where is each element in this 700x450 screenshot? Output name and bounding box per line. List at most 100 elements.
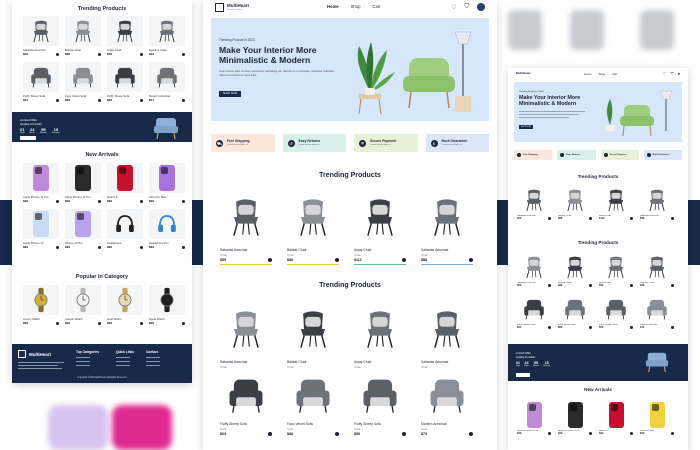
nav-link-cart[interactable]: Cart	[372, 4, 380, 9]
product-card[interactable]: Fluffy Sheep Sofa Sofa $63	[220, 370, 272, 436]
product-card[interactable]: Apple iPhone 11 Pro $99	[23, 163, 59, 203]
add-to-cart-icon[interactable]	[589, 326, 592, 329]
product-image[interactable]	[421, 188, 473, 246]
add-to-cart-icon[interactable]	[98, 98, 101, 102]
product-image[interactable]	[23, 16, 59, 46]
product-image[interactable]	[149, 16, 185, 46]
product-card[interactable]: Nyantuy Chair $49	[640, 252, 674, 287]
add-to-cart-icon[interactable]	[140, 321, 143, 325]
brand-logo[interactable]: MultiHeart Furniture Store	[215, 3, 249, 12]
product-card[interactable]: Redmi 8 $99	[599, 400, 633, 435]
product-image[interactable]	[65, 209, 101, 239]
product-image[interactable]	[149, 285, 185, 315]
product-card[interactable]: Ultra Pro Max $99	[149, 163, 185, 203]
add-to-cart-icon[interactable]	[140, 98, 143, 102]
product-image[interactable]	[640, 252, 674, 282]
product-image[interactable]	[517, 252, 551, 282]
add-to-cart-icon[interactable]	[98, 52, 101, 56]
add-to-cart-icon[interactable]	[56, 52, 59, 56]
add-to-cart-icon[interactable]	[671, 326, 674, 329]
product-image[interactable]	[599, 400, 633, 430]
product-card[interactable]: Faux Velvet Sofa Sofa $88	[287, 370, 339, 436]
product-card[interactable]: Headphone Pro $99	[149, 209, 185, 249]
add-to-cart-icon[interactable]	[182, 199, 185, 203]
product-card[interactable]: Baltsar ChairChair$88	[287, 300, 339, 374]
add-to-cart-icon[interactable]	[402, 432, 406, 436]
product-card[interactable]: Faux Velvet Sofa $88	[558, 294, 592, 329]
product-image[interactable]	[107, 16, 143, 46]
product-image[interactable]	[23, 62, 59, 92]
product-card[interactable]: Fluffy Sheep Sofa $63	[517, 294, 551, 329]
product-image[interactable]	[65, 285, 101, 315]
product-card[interactable]: Anjay Chair $59	[107, 16, 143, 56]
product-image[interactable]	[220, 300, 272, 358]
cart-icon[interactable]: ⛉	[671, 71, 674, 76]
product-card[interactable]: Anjay Chair $112	[599, 185, 633, 220]
product-image[interactable]	[354, 370, 406, 420]
product-card[interactable]: Sakarias ArmchairChair$49	[421, 300, 473, 374]
product-card[interactable]: Anjay Chair $59	[599, 252, 633, 287]
avatar[interactable]	[477, 3, 485, 11]
product-card[interactable]: Luxury Watch $99	[23, 285, 59, 325]
add-to-cart-icon[interactable]	[268, 432, 272, 436]
product-image[interactable]	[149, 209, 185, 239]
product-image[interactable]	[354, 188, 406, 246]
product-image[interactable]	[220, 188, 272, 246]
nav-link-shop[interactable]: Shop	[598, 72, 605, 76]
product-image[interactable]	[149, 62, 185, 92]
product-card[interactable]: Ultra Pro Max $99	[640, 400, 674, 435]
shop-now-button[interactable]: SHOP NOW	[519, 125, 533, 129]
add-to-cart-icon[interactable]	[589, 217, 592, 220]
add-to-cart-icon[interactable]	[548, 326, 551, 329]
add-to-cart-icon[interactable]	[140, 52, 143, 56]
product-image[interactable]	[640, 185, 674, 215]
add-to-cart-icon[interactable]	[182, 98, 185, 102]
add-to-cart-icon[interactable]	[182, 52, 185, 56]
add-to-cart-icon[interactable]	[56, 199, 59, 203]
product-card[interactable]: Fluffy Sheep Sofa $59	[599, 294, 633, 329]
product-image[interactable]	[558, 185, 592, 215]
product-card[interactable]: Modern Armchair $71	[149, 62, 185, 102]
add-to-cart-icon[interactable]	[335, 258, 339, 262]
product-image[interactable]	[599, 294, 633, 324]
nav-link-home[interactable]: Home	[327, 4, 339, 9]
product-image[interactable]	[517, 185, 551, 215]
product-card[interactable]: Apple iPhone 11 Pro $99	[517, 400, 551, 435]
add-to-cart-icon[interactable]	[630, 326, 633, 329]
add-to-cart-icon[interactable]	[630, 284, 633, 287]
product-image[interactable]	[220, 370, 272, 420]
product-card[interactable]: Fluffy Sheep Sofa $91	[23, 62, 59, 102]
product-image[interactable]	[287, 188, 339, 246]
product-image[interactable]	[421, 370, 473, 420]
product-card[interactable]: Gold Watch $99	[107, 285, 143, 325]
heart-icon[interactable]: ♡	[663, 71, 667, 76]
product-image[interactable]	[354, 300, 406, 358]
product-image[interactable]	[107, 62, 143, 92]
product-image[interactable]	[599, 252, 633, 282]
add-to-cart-icon[interactable]	[548, 217, 551, 220]
product-card[interactable]: Headphone $99	[107, 209, 143, 249]
add-to-cart-icon[interactable]	[140, 199, 143, 203]
cart-icon[interactable]: ⛉	[464, 4, 469, 11]
add-to-cart-icon[interactable]	[98, 245, 101, 249]
product-image[interactable]	[65, 163, 101, 193]
product-card[interactable]: Sakarias Armchair Chair $88	[421, 188, 473, 265]
add-to-cart-icon[interactable]	[182, 245, 185, 249]
product-card[interactable]: Apple iPhone 11 Pro $99	[65, 163, 101, 203]
brand-logo[interactable]: MultiHeart	[516, 71, 531, 75]
shop-now-button[interactable]: SHOP NOW	[219, 91, 241, 97]
product-card[interactable]: Apple iPhone 12 $99	[23, 209, 59, 249]
product-card[interactable]: Fluffy Sheep Sofa $99	[107, 62, 143, 102]
add-to-cart-icon[interactable]	[589, 284, 592, 287]
add-to-cart-icon[interactable]	[98, 321, 101, 325]
add-to-cart-icon[interactable]	[469, 432, 473, 436]
product-card[interactable]: Classic Watch $99	[65, 285, 101, 325]
footer-brand[interactable]: MultiHeart	[18, 350, 51, 358]
add-to-cart-icon[interactable]	[548, 284, 551, 287]
product-card[interactable]: Apple iPhone 11 Pro $99	[558, 400, 592, 435]
product-image[interactable]	[65, 62, 101, 92]
add-to-cart-icon[interactable]	[671, 217, 674, 220]
product-image[interactable]	[640, 294, 674, 324]
product-card[interactable]: Fluffy Sheep Sofa Sofa $59	[354, 370, 406, 436]
add-to-cart-icon[interactable]	[56, 321, 59, 325]
